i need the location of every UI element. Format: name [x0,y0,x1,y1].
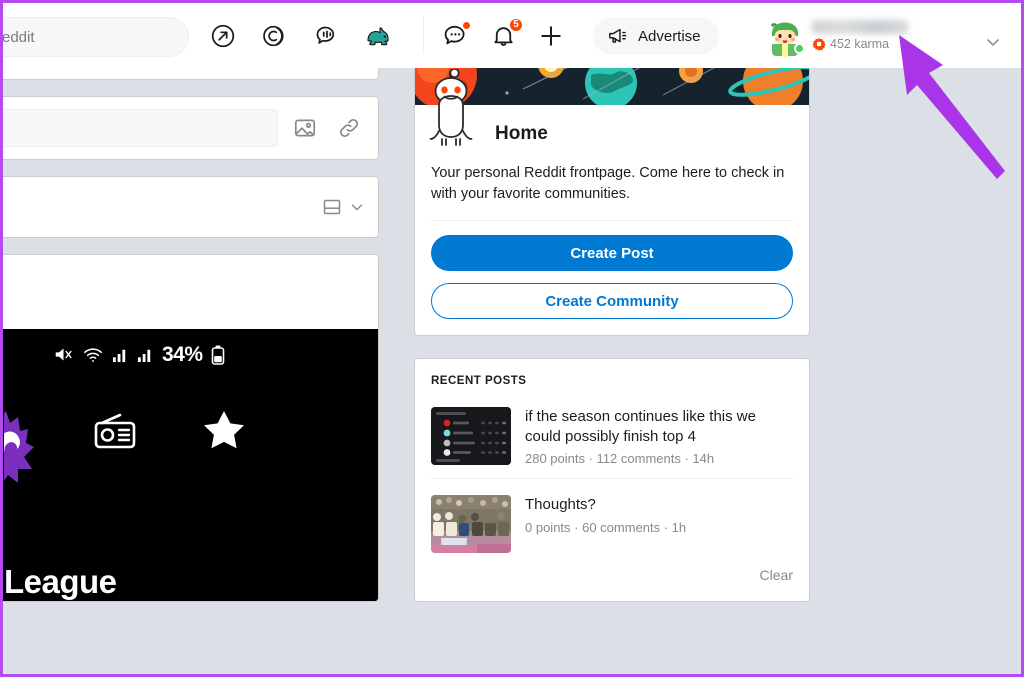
crowd-photo-thumb-art [431,495,511,554]
online-status-dot [794,43,805,54]
home-card-description: Your personal Reddit frontpage. Come her… [431,165,785,202]
media-caption-league: League [4,562,117,600]
home-sidebar-card: Home Your personal Reddit frontpage. Com… [414,60,810,337]
battery-percent-label: 34% [162,342,203,366]
recent-post-body: Thoughts? 0 points · 60 comments · 1h [525,495,686,553]
popular-icon[interactable] [208,21,238,51]
karma-label: 452 karma [830,36,890,51]
screenshot-frame: 5 Advertise [0,0,1024,677]
post-thumbnail [431,495,511,554]
star-icon [201,409,247,453]
image-post-icon[interactable] [288,111,322,145]
create-post-bar [3,96,379,160]
post-header: ours ago could possibly finish top 4 [3,255,378,329]
coins-icon[interactable] [260,21,290,51]
create-post-button[interactable]: Create Post [431,235,793,272]
post-title: could possibly finish top 4 [3,285,366,309]
signal-bars-icon-1 [112,346,129,363]
talk-icon[interactable] [312,21,342,51]
feed-column: ours ago could possibly finish top 4 [3,62,379,618]
signal-bars-icon-2 [137,346,154,363]
bell-icon[interactable]: 5 [488,16,524,51]
radio-icon [91,409,139,453]
list-item[interactable]: Thoughts? 0 points · 60 comments · 1h [431,478,793,565]
recent-post-meta: 280 points · 112 comments · 14h [525,451,715,467]
advertise-label: Advertise [638,27,701,45]
chevron-down-icon[interactable] [983,32,1003,52]
megaphone-icon [607,26,629,46]
recent-post-meta: 0 points · 60 comments · 1h [525,519,687,535]
post-media-screenshot[interactable]: 34% League [3,328,378,601]
recent-post-title: if the season continues like this we cou… [525,408,756,445]
home-card-title: Home [495,123,548,144]
premier-league-logo [4,410,34,483]
battery-icon [211,345,225,365]
avatar [766,15,805,57]
search-input[interactable] [3,18,188,56]
username-redacted [812,19,908,34]
karma-row: 452 karma [812,37,908,51]
feed-sort-bar [3,176,379,238]
header-action-group: 5 [440,3,566,68]
create-post-input[interactable] [3,109,278,147]
home-card-header: Home [415,69,809,163]
header-divider [423,16,424,54]
feed-post-card[interactable]: ours ago could possibly finish top 4 [3,254,379,602]
chat-badge [461,19,472,31]
mute-icon [53,345,74,364]
user-menu-button[interactable]: 452 karma [760,9,1015,61]
recent-post-body: if the season continues like this we cou… [525,407,793,466]
sidebar-column: Home Your personal Reddit frontpage. Com… [414,60,810,603]
create-community-button[interactable]: Create Community [431,283,793,320]
recent-posts-card: RECENT POSTS if the season continues lik… [414,358,810,603]
phone-status-bar: 34% [53,343,225,367]
recent-posts-heading: RECENT POSTS [431,375,527,388]
advertise-button[interactable]: Advertise [593,17,719,55]
phone-app-icons [91,409,247,453]
link-post-icon[interactable] [332,111,366,145]
plus-icon[interactable] [536,21,566,51]
home-card-actions: Create Post Create Community [415,221,809,335]
page-body: ours ago could possibly finish top 4 [3,60,1021,674]
card-view-icon [320,195,344,219]
snoo-mascot-icon [429,69,473,146]
notification-badge: 5 [508,16,524,33]
clear-recent-posts-button[interactable]: Clear [760,567,793,583]
reddit-header: 5 Advertise [3,3,1021,68]
view-chevron-down-icon [348,198,366,216]
search-box[interactable] [3,17,189,57]
list-item[interactable]: if the season continues like this we cou… [431,399,793,478]
clear-row: Clear [431,565,793,593]
post-thumbnail [431,407,511,466]
recent-post-title: Thoughts? [525,496,596,514]
post-meta: ours ago [3,263,366,277]
view-layout-selector[interactable] [320,195,366,219]
league-table-thumb-art [431,407,511,466]
wifi-icon [82,345,104,364]
karma-icon [812,37,826,51]
snoo-avatar-icon[interactable] [364,21,394,51]
chat-icon[interactable] [440,19,472,51]
user-meta: 452 karma [812,19,908,51]
header-icon-group [208,3,394,68]
